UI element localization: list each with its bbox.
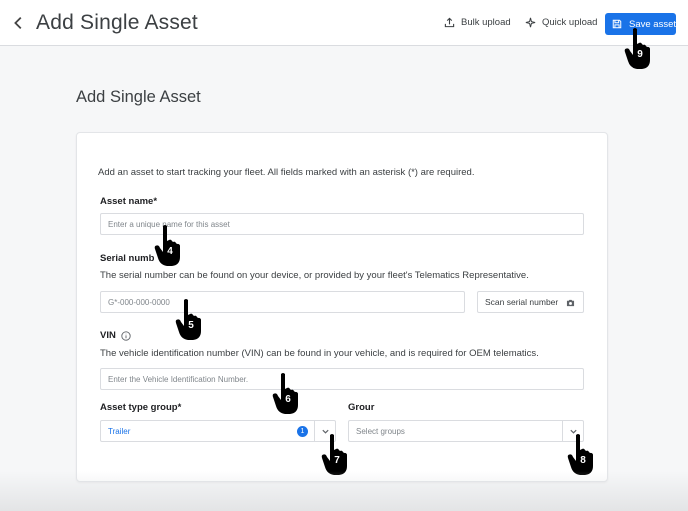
top-bar: Add Single Asset Bulk upload Quick uploa…	[0, 0, 688, 46]
info-icon[interactable]	[121, 331, 131, 341]
pointer-hand-icon: 5	[173, 298, 205, 342]
pointer-hand-icon: 8	[565, 433, 597, 477]
pointer-number: 7	[334, 455, 340, 466]
scan-serial-label: Scan serial number	[485, 297, 559, 307]
group-label: Grour	[348, 402, 375, 413]
bulk-upload-button[interactable]: Bulk upload	[444, 17, 511, 28]
section-title: Add Single Asset	[76, 88, 201, 106]
pointer-number: 9	[637, 49, 643, 60]
form-intro: Add an asset to start tracking your flee…	[98, 167, 475, 178]
pointer-hand-icon: 4	[152, 224, 184, 268]
pointer-hand-icon: 6	[270, 372, 302, 416]
asset-type-divider	[314, 420, 315, 442]
scan-serial-button[interactable]: Scan serial number	[477, 291, 584, 313]
pointer-number: 8	[580, 455, 586, 466]
pointer-number: 4	[167, 246, 173, 257]
pointer-hand-icon: 7	[319, 433, 351, 477]
save-icon	[612, 19, 622, 29]
bulk-upload-label: Bulk upload	[461, 17, 511, 28]
serial-number-label: Serial numb	[100, 253, 155, 264]
serial-number-input[interactable]: G*-000-000-0000	[100, 291, 465, 313]
pointer-hand-icon: 9	[622, 27, 654, 71]
asset-type-group-label: Asset type group*	[100, 402, 182, 413]
quick-upload-button[interactable]: Quick upload	[525, 17, 597, 28]
camera-icon	[566, 299, 575, 307]
serial-number-help: The serial number can be found on your d…	[100, 270, 529, 281]
sparkle-icon	[525, 17, 536, 28]
selected-count-badge: 1	[297, 426, 308, 437]
vin-label: VIN	[100, 330, 116, 341]
back-arrow-icon[interactable]	[10, 14, 28, 32]
page-title: Add Single Asset	[36, 11, 198, 34]
upload-icon	[444, 17, 455, 28]
quick-upload-label: Quick upload	[542, 17, 598, 28]
pointer-number: 5	[188, 320, 194, 331]
group-divider	[562, 420, 563, 442]
asset-name-label: Asset name*	[100, 196, 158, 207]
group-select[interactable]: Select groups	[348, 420, 584, 442]
vin-help: The vehicle identification number (VIN) …	[100, 348, 539, 359]
vin-input[interactable]: Enter the Vehicle Identification Number.	[100, 368, 584, 390]
pointer-number: 6	[285, 394, 291, 405]
